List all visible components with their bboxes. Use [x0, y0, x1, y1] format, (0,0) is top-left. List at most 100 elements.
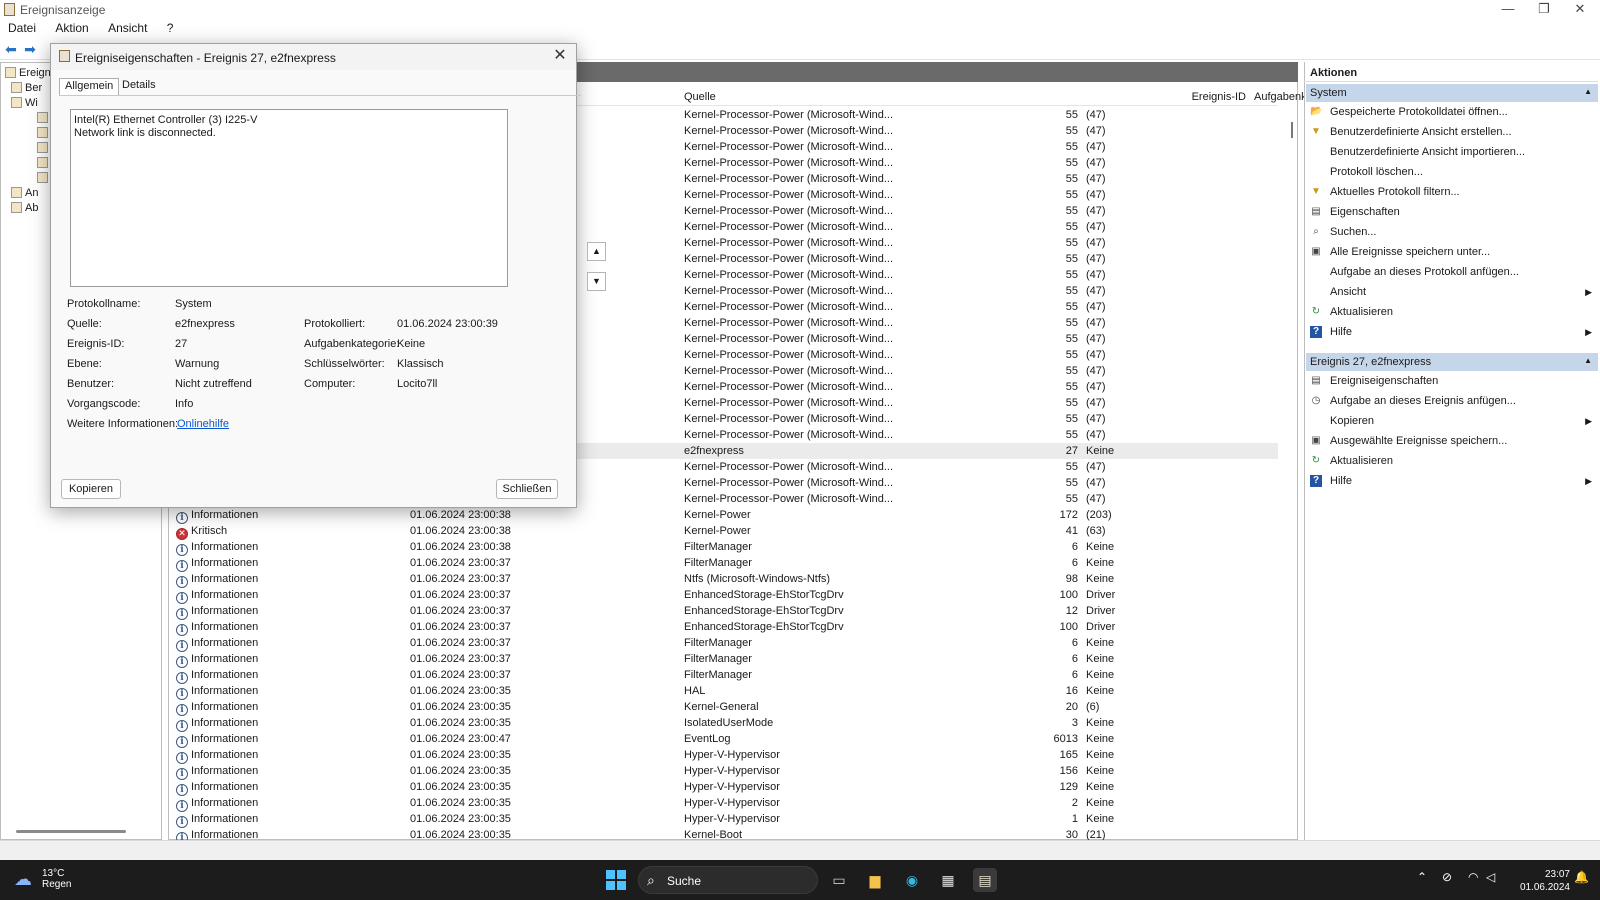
menu-ansicht[interactable]: Ansicht: [92, 20, 147, 35]
table-row[interactable]: i Informationen 01.06.2024 23:00:38 FilterM…: [172, 539, 1278, 556]
column-header-event-id[interactable]: Ereignis-ID: [1026, 91, 1246, 103]
file-explorer-icon[interactable]: ▆: [863, 868, 887, 892]
date-cell: 01.06.2024 23:00:37: [410, 637, 511, 649]
action-item[interactable]: ▣ Alle Ereignisse speichern unter...: [1310, 243, 1598, 262]
chevron-up-icon[interactable]: ⌃: [1417, 870, 1427, 884]
table-row[interactable]: i Informationen 01.06.2024 23:00:37 FilterM…: [172, 635, 1278, 652]
level-cell: i Informationen: [176, 667, 258, 684]
table-row[interactable]: i Informationen 01.06.2024 23:00:37 Enhance…: [172, 619, 1278, 636]
dialog-title: Ereigniseigenschaften - Ereignis 27, e2f…: [75, 51, 336, 65]
rain-cloud-icon[interactable]: ☁: [14, 870, 36, 888]
action-item[interactable]: ? Hilfe ▶: [1310, 323, 1598, 342]
menu-aktion[interactable]: Aktion: [39, 20, 88, 35]
level-label: Ebene:: [67, 358, 102, 370]
action-item[interactable]: Benutzerdefinierte Ansicht importieren..…: [1310, 143, 1598, 162]
table-row[interactable]: i Informationen 01.06.2024 23:00:35 Hyper-V…: [172, 811, 1278, 828]
table-row[interactable]: i Informationen 01.06.2024 23:00:35 HAL Kein…: [172, 683, 1278, 700]
minimize-button[interactable]: —: [1490, 0, 1526, 20]
date-cell: 01.06.2024 23:00:37: [410, 669, 511, 681]
source-cell: Kernel-Processor-Power (Microsoft-Wind..…: [684, 109, 894, 121]
network-disconnected-icon[interactable]: ⊘: [1442, 870, 1452, 884]
weather-widget[interactable]: 13°C Regen: [42, 868, 102, 898]
table-row[interactable]: i Informationen 01.06.2024 23:00:47 EventLo…: [172, 731, 1278, 748]
source-cell: HAL: [684, 685, 706, 697]
collapse-arrow-icon[interactable]: ▲: [1584, 87, 1592, 96]
source-cell: FilterManager: [684, 637, 752, 649]
menu-help[interactable]: ?: [151, 20, 174, 35]
collapse-arrow-icon[interactable]: ▲: [1584, 356, 1592, 365]
close-button[interactable]: Schließen: [496, 479, 558, 499]
table-row[interactable]: i Informationen 01.06.2024 23:00:37 Enhance…: [172, 603, 1278, 620]
category-cell: Driver: [1086, 621, 1116, 633]
actions-section-event[interactable]: Ereignis 27, e2fnexpress ▲: [1306, 353, 1598, 371]
system-clock[interactable]: 23:07 01.06.2024: [1500, 868, 1570, 894]
tree-horizontal-scrollbar[interactable]: [16, 830, 126, 833]
actions-section-system[interactable]: System ▲: [1306, 84, 1598, 102]
table-row[interactable]: i Informationen 01.06.2024 23:00:35 Isolate…: [172, 715, 1278, 732]
table-row[interactable]: i Informationen 01.06.2024 23:00:35 Kernel-…: [172, 699, 1278, 716]
action-item[interactable]: ▤ Ereigniseigenschaften: [1310, 372, 1598, 391]
online-help-link[interactable]: Onlinehilfe: [177, 418, 229, 430]
edge-browser-icon[interactable]: ◉: [900, 868, 924, 892]
wifi-icon[interactable]: ◠: [1468, 870, 1478, 884]
table-row[interactable]: i Informationen 01.06.2024 23:00:38 Kernel-…: [172, 507, 1278, 524]
task-view-icon[interactable]: ▭: [827, 868, 851, 892]
category-cell: Keine: [1086, 717, 1115, 729]
logged-value: 01.06.2024 23:00:39: [397, 318, 498, 330]
tree-node-label: Ab: [25, 202, 39, 214]
help-icon: ?: [1310, 475, 1322, 487]
table-row[interactable]: i Informationen 01.06.2024 23:00:37 FilterM…: [172, 667, 1278, 684]
action-item[interactable]: ◷ Aufgabe an dieses Ereignis anfügen...: [1310, 392, 1598, 411]
notification-bell-icon[interactable]: 🔔: [1574, 870, 1589, 884]
table-row[interactable]: i Informationen 01.06.2024 23:00:37 FilterM…: [172, 651, 1278, 668]
close-window-button[interactable]: ✕: [1562, 0, 1598, 20]
back-arrow-icon[interactable]: ⬅: [1, 40, 21, 58]
table-row[interactable]: i Informationen 01.06.2024 23:00:35 Hyper-V…: [172, 795, 1278, 812]
date-cell: 01.06.2024 23:00:35: [410, 781, 511, 793]
table-row[interactable]: ✕ Kritisch 01.06.2024 23:00:38 Kernel-Power…: [172, 523, 1278, 540]
tab-details[interactable]: Details: [117, 78, 161, 95]
action-item[interactable]: Aufgabe an dieses Protokoll anfügen...: [1310, 263, 1598, 282]
action-item[interactable]: ↻ Aktualisieren: [1310, 452, 1598, 471]
action-item[interactable]: ▼ Aktuelles Protokoll filtern...: [1310, 183, 1598, 202]
action-item[interactable]: ▤ Eigenschaften: [1310, 203, 1598, 222]
folder-icon: [11, 97, 22, 108]
store-icon[interactable]: ▦: [936, 868, 960, 892]
column-header-source[interactable]: Quelle: [684, 91, 716, 103]
event-viewer-taskbar-icon[interactable]: ▤: [973, 868, 997, 892]
table-row[interactable]: i Informationen 01.06.2024 23:00:37 Enhance…: [172, 587, 1278, 604]
volume-icon[interactable]: ◁: [1486, 870, 1495, 884]
dialog-close-icon[interactable]: ✕: [550, 46, 570, 66]
menu-datei[interactable]: Datei: [0, 20, 36, 35]
previous-event-up-icon[interactable]: ▲: [587, 242, 606, 261]
source-cell: Kernel-Processor-Power (Microsoft-Wind..…: [684, 333, 894, 345]
action-item[interactable]: Ansicht ▶: [1310, 283, 1598, 302]
event-list-scrollbar[interactable]: [1291, 122, 1293, 138]
table-row[interactable]: i Informationen 01.06.2024 23:00:37 FilterM…: [172, 555, 1278, 572]
category-cell: Keine: [1086, 669, 1115, 681]
table-row[interactable]: i Informationen 01.06.2024 23:00:37 Ntfs (M…: [172, 571, 1278, 588]
action-item[interactable]: ⌕ Suchen...: [1310, 223, 1598, 242]
event-description[interactable]: Intel(R) Ethernet Controller (3) I225-V …: [70, 109, 508, 287]
tab-allgemein[interactable]: Allgemein: [59, 78, 120, 95]
next-event-down-icon[interactable]: ▼: [587, 272, 606, 291]
action-item[interactable]: ↻ Aktualisieren: [1310, 303, 1598, 322]
action-item[interactable]: Kopieren ▶: [1310, 412, 1598, 431]
actions-header: Aktionen: [1304, 64, 1598, 82]
event-id-cell: 55: [1065, 253, 1078, 265]
maximize-button[interactable]: ❐: [1526, 0, 1562, 20]
table-row[interactable]: i Informationen 01.06.2024 23:00:35 Hyper-V…: [172, 779, 1278, 796]
copy-button[interactable]: Kopieren: [61, 479, 121, 499]
action-item[interactable]: 📂 Gespeicherte Protokolldatei öffnen...: [1310, 103, 1598, 122]
action-item[interactable]: ▣ Ausgewählte Ereignisse speichern...: [1310, 432, 1598, 451]
source-cell: Kernel-Processor-Power (Microsoft-Wind..…: [684, 493, 894, 505]
table-row[interactable]: i Informationen 01.06.2024 23:00:35 Hyper-V…: [172, 763, 1278, 780]
action-item[interactable]: Protokoll löschen...: [1310, 163, 1598, 182]
action-item[interactable]: ? Hilfe ▶: [1310, 472, 1598, 491]
table-row[interactable]: i Informationen 01.06.2024 23:00:35 Hyper-V…: [172, 747, 1278, 764]
source-cell: Kernel-Processor-Power (Microsoft-Wind..…: [684, 237, 894, 249]
taskbar-search[interactable]: ⌕ Suche: [638, 866, 818, 894]
action-item[interactable]: ▼ Benutzerdefinierte Ansicht erstellen...: [1310, 123, 1598, 142]
start-windows-icon[interactable]: [606, 870, 626, 890]
forward-arrow-icon[interactable]: ➡: [20, 40, 40, 58]
